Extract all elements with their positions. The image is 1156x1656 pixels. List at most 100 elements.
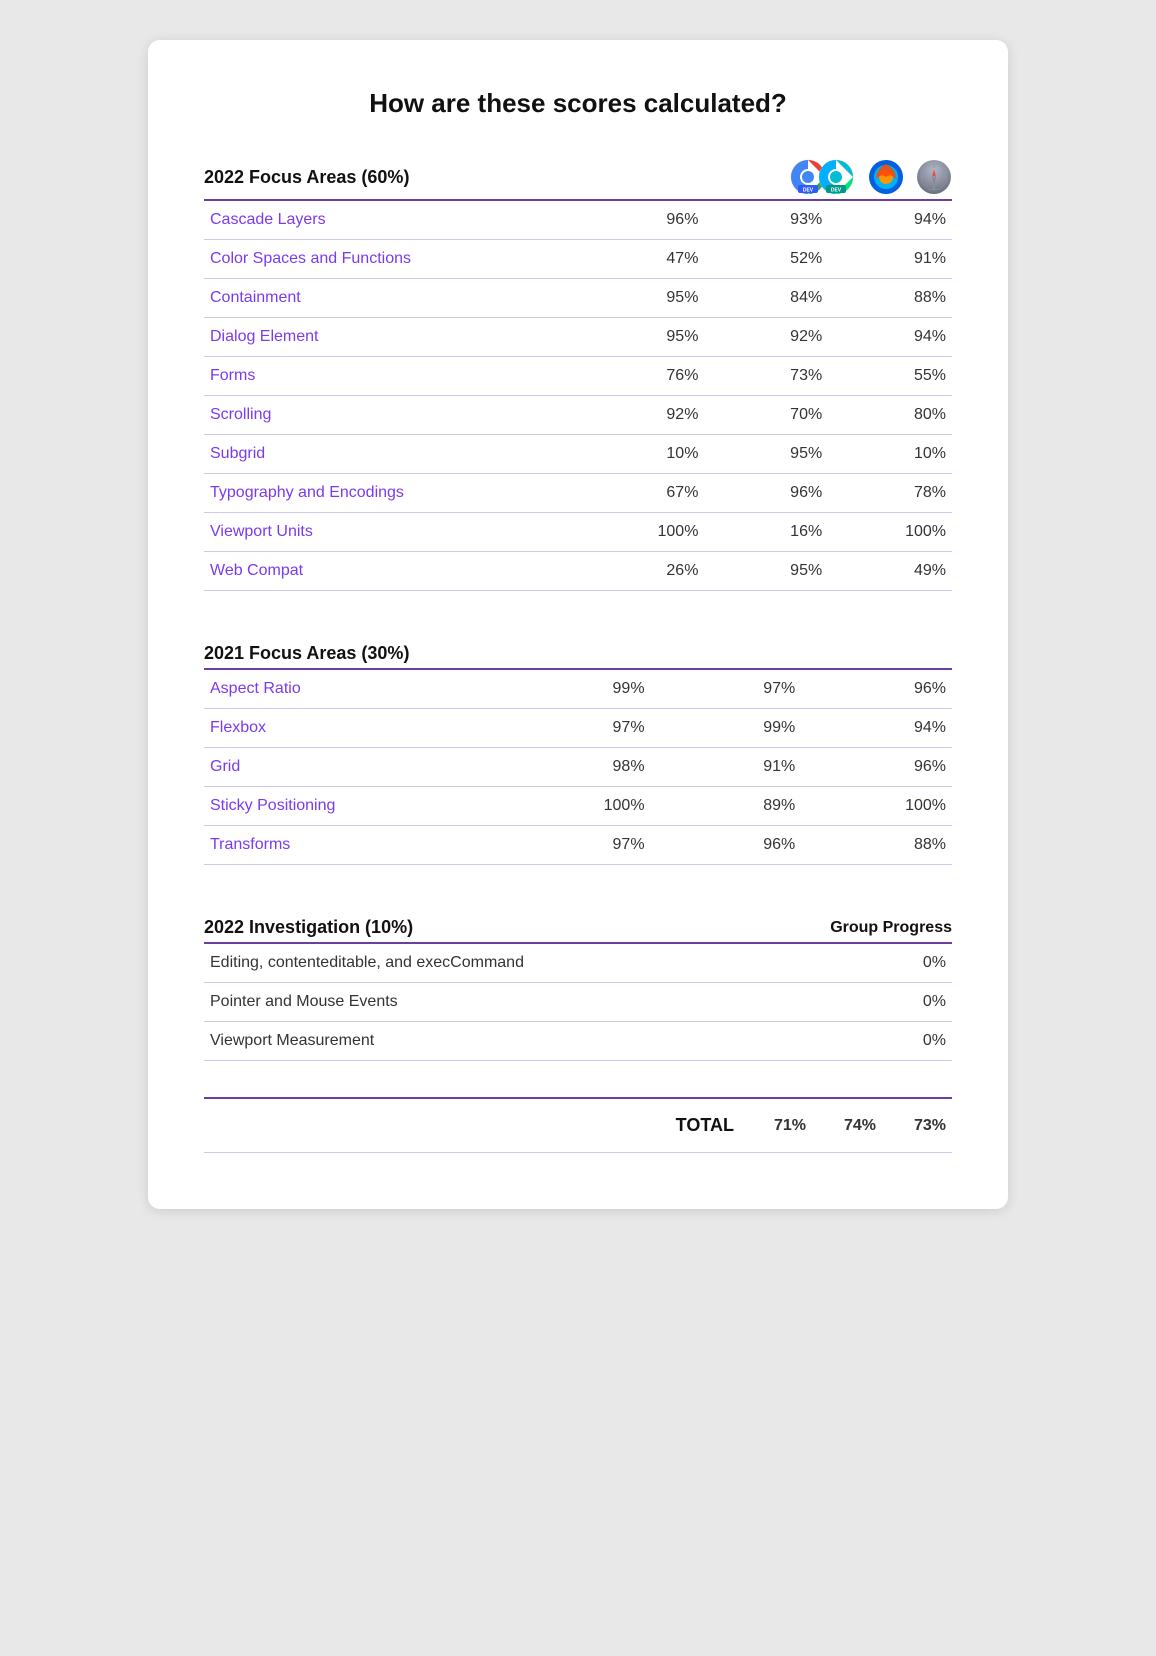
table-row: Viewport Units 100% 16% 100%: [204, 513, 952, 552]
table-row: Transforms 97% 96% 88%: [204, 826, 952, 865]
browser-icons: DEV DEV: [790, 159, 952, 195]
score-firefox: 73%: [704, 357, 828, 396]
score-firefox: 96%: [651, 826, 802, 865]
total-score-2: 74%: [812, 1098, 882, 1153]
table-row: Aspect Ratio 99% 97% 96%: [204, 669, 952, 709]
score-firefox: 92%: [704, 318, 828, 357]
score-safari: 49%: [828, 552, 952, 591]
score-safari: 96%: [801, 669, 952, 709]
row-name[interactable]: Flexbox: [204, 709, 500, 748]
score-chrome: 99%: [500, 669, 651, 709]
row-name[interactable]: Subgrid: [204, 435, 581, 474]
row-name[interactable]: Dialog Element: [204, 318, 581, 357]
safari-icon: [916, 159, 952, 195]
total-score-3: 73%: [882, 1098, 952, 1153]
table-row: Typography and Encodings 67% 96% 78%: [204, 474, 952, 513]
row-name[interactable]: Containment: [204, 279, 581, 318]
score-chrome: 95%: [581, 279, 705, 318]
group-progress-label: Group Progress: [830, 919, 952, 937]
table-row: Editing, contenteditable, and execComman…: [204, 943, 952, 983]
row-name[interactable]: Aspect Ratio: [204, 669, 500, 709]
investigation-title: 2022 Investigation (10%): [204, 917, 413, 938]
score-safari: 94%: [801, 709, 952, 748]
section-2022-header: 2022 Focus Areas (60%) DEV: [204, 159, 952, 195]
score-firefox: 91%: [651, 748, 802, 787]
score-firefox: 96%: [704, 474, 828, 513]
score-safari: 100%: [828, 513, 952, 552]
score-firefox: 95%: [704, 552, 828, 591]
table-row: Containment 95% 84% 88%: [204, 279, 952, 318]
score-firefox: 95%: [704, 435, 828, 474]
table-row: Subgrid 10% 95% 10%: [204, 435, 952, 474]
row-name[interactable]: Sticky Positioning: [204, 787, 500, 826]
score-chrome: 100%: [581, 513, 705, 552]
row-name: Editing, contenteditable, and execComman…: [204, 943, 820, 983]
score-firefox: 70%: [704, 396, 828, 435]
score-firefox: 97%: [651, 669, 802, 709]
score-group: 0%: [820, 943, 952, 983]
svg-text:DEV: DEV: [803, 188, 814, 194]
table-row: Web Compat 26% 95% 49%: [204, 552, 952, 591]
section-2021-focus: 2021 Focus Areas (30%) Aspect Ratio 99% …: [204, 643, 952, 865]
total-table: TOTAL 71% 74% 73%: [204, 1097, 952, 1153]
total-row: TOTAL 71% 74% 73%: [204, 1098, 952, 1153]
total-spacer: [204, 1098, 670, 1153]
row-name[interactable]: Grid: [204, 748, 500, 787]
score-chrome: 76%: [581, 357, 705, 396]
score-chrome: 47%: [581, 240, 705, 279]
score-safari: 94%: [828, 318, 952, 357]
table-row: Forms 76% 73% 55%: [204, 357, 952, 396]
table-row: Flexbox 97% 99% 94%: [204, 709, 952, 748]
table-row: Cascade Layers 96% 93% 94%: [204, 200, 952, 240]
score-safari: 91%: [828, 240, 952, 279]
score-safari: 88%: [828, 279, 952, 318]
section-investigation: 2022 Investigation (10%) Group Progress …: [204, 917, 952, 1061]
score-chrome: 10%: [581, 435, 705, 474]
score-chrome: 97%: [500, 826, 651, 865]
table-row: Sticky Positioning 100% 89% 100%: [204, 787, 952, 826]
row-name[interactable]: Cascade Layers: [204, 200, 581, 240]
score-firefox: 52%: [704, 240, 828, 279]
row-name: Viewport Measurement: [204, 1022, 820, 1061]
section-2021-title: 2021 Focus Areas (30%): [204, 643, 409, 664]
score-firefox: 93%: [704, 200, 828, 240]
score-safari: 78%: [828, 474, 952, 513]
score-chrome: 95%: [581, 318, 705, 357]
table-row: Scrolling 92% 70% 80%: [204, 396, 952, 435]
chrome-dev-icon: DEV DEV: [790, 159, 856, 195]
table-2021-focus: Aspect Ratio 99% 97% 96% Flexbox 97% 99%…: [204, 668, 952, 865]
score-chrome: 98%: [500, 748, 651, 787]
section-2021-header: 2021 Focus Areas (30%): [204, 643, 952, 664]
score-chrome: 26%: [581, 552, 705, 591]
score-chrome: 100%: [500, 787, 651, 826]
table-row: Color Spaces and Functions 47% 52% 91%: [204, 240, 952, 279]
score-group: 0%: [820, 983, 952, 1022]
score-safari: 100%: [801, 787, 952, 826]
row-name[interactable]: Color Spaces and Functions: [204, 240, 581, 279]
score-firefox: 84%: [704, 279, 828, 318]
score-chrome: 67%: [581, 474, 705, 513]
total-score-1: 71%: [742, 1098, 812, 1153]
score-safari: 88%: [801, 826, 952, 865]
table-investigation: Editing, contenteditable, and execComman…: [204, 942, 952, 1061]
table-row: Pointer and Mouse Events 0%: [204, 983, 952, 1022]
firefox-icon: [868, 159, 904, 195]
section-investigation-header: 2022 Investigation (10%) Group Progress: [204, 917, 952, 938]
row-name[interactable]: Web Compat: [204, 552, 581, 591]
row-name[interactable]: Scrolling: [204, 396, 581, 435]
score-group: 0%: [820, 1022, 952, 1061]
total-label: TOTAL: [670, 1098, 742, 1153]
score-firefox: 99%: [651, 709, 802, 748]
score-safari: 80%: [828, 396, 952, 435]
score-safari: 55%: [828, 357, 952, 396]
section-2022-focus: 2022 Focus Areas (60%) DEV: [204, 159, 952, 591]
row-name[interactable]: Transforms: [204, 826, 500, 865]
row-name[interactable]: Viewport Units: [204, 513, 581, 552]
main-card: How are these scores calculated? 2022 Fo…: [148, 40, 1008, 1209]
score-firefox: 16%: [704, 513, 828, 552]
row-name[interactable]: Forms: [204, 357, 581, 396]
svg-text:DEV: DEV: [831, 188, 842, 194]
table-row: Dialog Element 95% 92% 94%: [204, 318, 952, 357]
row-name[interactable]: Typography and Encodings: [204, 474, 581, 513]
score-safari: 94%: [828, 200, 952, 240]
